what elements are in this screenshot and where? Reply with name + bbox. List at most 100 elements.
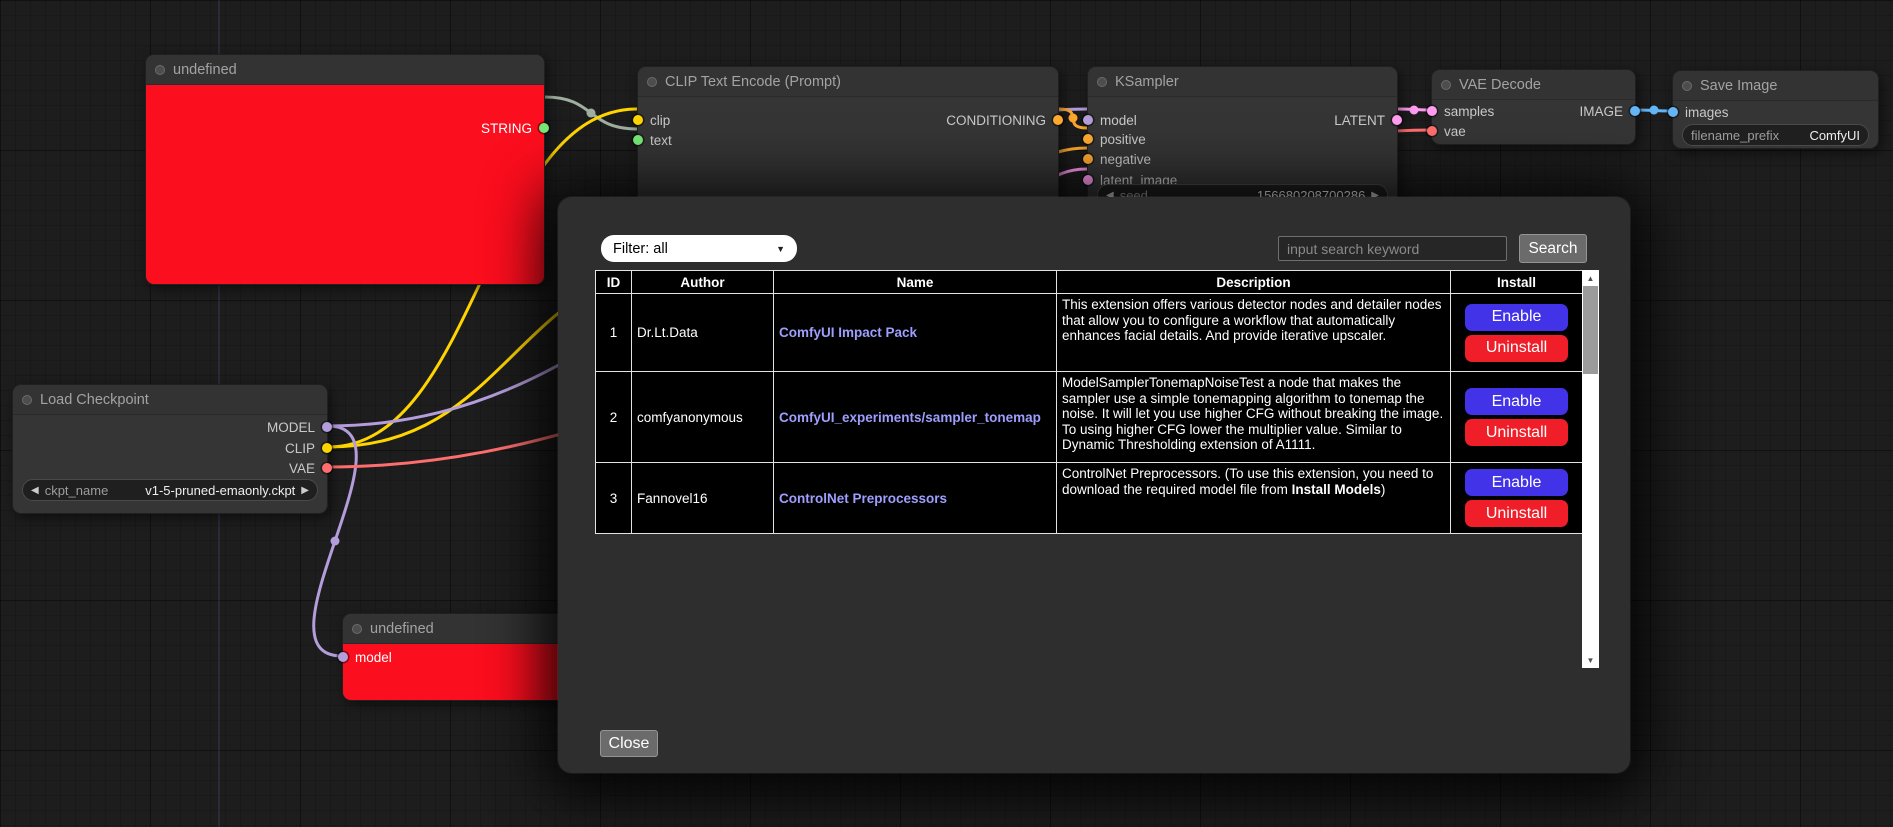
cell-author: Dr.Lt.Data: [632, 294, 774, 372]
next-arrow-icon[interactable]: ▶: [301, 485, 309, 496]
extension-link[interactable]: ComfyUI_experiments/sampler_tonemap: [774, 372, 1057, 463]
cell-author: Fannovel16: [632, 463, 774, 534]
output-slot-vae[interactable]: VAE: [289, 458, 332, 478]
output-slot-model[interactable]: MODEL: [267, 417, 332, 437]
node-undefined-bottom[interactable]: undefined model: [342, 613, 572, 701]
input-slot-clip[interactable]: clip: [633, 110, 670, 130]
enable-button[interactable]: Enable: [1465, 304, 1568, 331]
close-button[interactable]: Close: [600, 730, 658, 757]
clip-slot-icon: [633, 115, 643, 125]
collapse-dot-icon[interactable]: [155, 65, 165, 75]
header-description: Description: [1057, 271, 1451, 294]
cell-id: 2: [596, 372, 632, 463]
collapse-dot-icon[interactable]: [1441, 80, 1451, 90]
ckpt-name-widget[interactable]: ◀ ckpt_name v1-5-pruned-emaonly.ckpt ▶: [22, 479, 318, 501]
node-title: VAE Decode: [1459, 77, 1541, 93]
node-title: undefined: [173, 62, 237, 78]
extension-link[interactable]: ControlNet Preprocessors: [774, 463, 1057, 534]
table-scrollbar[interactable]: ▲ ▼: [1582, 270, 1599, 668]
input-slot-samples[interactable]: samples: [1427, 101, 1494, 121]
filter-select[interactable]: Filter: all ▼: [601, 235, 797, 262]
filter-select-value: Filter: all: [613, 241, 668, 257]
latent-slot-icon: [1083, 175, 1093, 185]
input-slot-positive[interactable]: positive: [1083, 129, 1146, 149]
cell-description: This extension offers various detector n…: [1057, 294, 1451, 372]
filename-prefix-widget[interactable]: filename_prefix ComfyUI: [1682, 124, 1869, 146]
enable-button[interactable]: Enable: [1465, 469, 1568, 496]
previous-arrow-icon[interactable]: ◀: [31, 485, 39, 496]
node-undefined-top[interactable]: undefined STRING: [145, 54, 545, 285]
collapse-dot-icon[interactable]: [1682, 81, 1692, 91]
extensions-table: ID Author Name Description Install 1 Dr.…: [595, 270, 1583, 534]
collapse-dot-icon[interactable]: [22, 395, 32, 405]
cell-description: ControlNet Preprocessors. (To use this e…: [1057, 463, 1451, 534]
output-slot-image[interactable]: IMAGE: [1579, 101, 1640, 121]
model-slot-icon: [322, 422, 332, 432]
model-slot-icon: [338, 652, 348, 662]
input-slot-model[interactable]: model: [1083, 110, 1137, 130]
output-slot-clip[interactable]: CLIP: [285, 438, 332, 458]
search-button[interactable]: Search: [1519, 234, 1587, 263]
extension-manager-dialog: Filter: all ▼ Search ID Author Name Desc…: [558, 197, 1630, 773]
node-ksampler[interactable]: KSampler model positive negative latent_…: [1087, 66, 1398, 217]
scrollbar-thumb[interactable]: [1583, 286, 1598, 374]
install-models-bold-text: Install Models: [1292, 482, 1381, 497]
cell-description: ModelSamplerTonemapNoiseTest a node that…: [1057, 372, 1451, 463]
table-row: 1 Dr.Lt.Data ComfyUI Impact Pack This ex…: [596, 294, 1583, 372]
scroll-down-arrow-icon[interactable]: ▼: [1582, 652, 1599, 668]
uninstall-button[interactable]: Uninstall: [1465, 500, 1568, 527]
string-slot-icon: [539, 123, 549, 133]
node-title: KSampler: [1115, 74, 1179, 90]
node-title: Load Checkpoint: [40, 392, 149, 408]
cell-install: Enable Uninstall: [1451, 463, 1583, 534]
collapse-dot-icon[interactable]: [352, 624, 362, 634]
uninstall-button[interactable]: Uninstall: [1465, 419, 1568, 446]
cell-id: 3: [596, 463, 632, 534]
select-caret-icon: ▼: [776, 244, 785, 254]
output-slot-string[interactable]: STRING: [481, 118, 549, 138]
model-slot-icon: [1083, 115, 1093, 125]
vae-slot-icon: [322, 463, 332, 473]
conditioning-slot-icon: [1053, 115, 1063, 125]
image-slot-icon: [1630, 106, 1640, 116]
header-install: Install: [1451, 271, 1583, 294]
input-slot-negative[interactable]: negative: [1083, 149, 1151, 169]
clip-slot-icon: [322, 443, 332, 453]
scroll-up-arrow-icon[interactable]: ▲: [1582, 270, 1599, 286]
header-author: Author: [632, 271, 774, 294]
string-slot-icon: [633, 135, 643, 145]
vae-slot-icon: [1427, 126, 1437, 136]
output-slot-conditioning[interactable]: CONDITIONING: [946, 110, 1063, 130]
input-slot-vae[interactable]: vae: [1427, 121, 1466, 141]
table-row: 2 comfyanonymous ComfyUI_experiments/sam…: [596, 372, 1583, 463]
extension-link[interactable]: ComfyUI Impact Pack: [774, 294, 1057, 372]
latent-slot-icon: [1392, 115, 1402, 125]
output-slot-latent[interactable]: LATENT: [1334, 110, 1402, 130]
node-vae-decode[interactable]: VAE Decode samples vae IMAGE: [1431, 69, 1636, 145]
conditioning-slot-icon: [1083, 154, 1093, 164]
image-slot-icon: [1668, 107, 1678, 117]
conditioning-slot-icon: [1083, 134, 1093, 144]
cell-install: Enable Uninstall: [1451, 372, 1583, 463]
node-title: undefined: [370, 621, 434, 637]
input-slot-model[interactable]: model: [338, 647, 392, 667]
collapse-dot-icon[interactable]: [1097, 77, 1107, 87]
input-slot-images[interactable]: images: [1668, 102, 1729, 122]
node-save-image[interactable]: Save Image images filename_prefix ComfyU…: [1672, 70, 1879, 149]
collapse-dot-icon[interactable]: [647, 77, 657, 87]
cell-id: 1: [596, 294, 632, 372]
latent-slot-icon: [1427, 106, 1437, 116]
node-title: Save Image: [1700, 78, 1777, 94]
header-name: Name: [774, 271, 1057, 294]
node-title: CLIP Text Encode (Prompt): [665, 74, 841, 90]
table-header-row: ID Author Name Description Install: [596, 271, 1583, 294]
search-input[interactable]: [1278, 236, 1507, 261]
cell-install: Enable Uninstall: [1451, 294, 1583, 372]
header-id: ID: [596, 271, 632, 294]
cell-author: comfyanonymous: [632, 372, 774, 463]
node-load-checkpoint[interactable]: Load Checkpoint MODEL CLIP VAE ◀ ckpt_na…: [12, 384, 328, 514]
enable-button[interactable]: Enable: [1465, 388, 1568, 415]
input-slot-text[interactable]: text: [633, 130, 672, 150]
table-row: 3 Fannovel16 ControlNet Preprocessors Co…: [596, 463, 1583, 534]
uninstall-button[interactable]: Uninstall: [1465, 335, 1568, 362]
